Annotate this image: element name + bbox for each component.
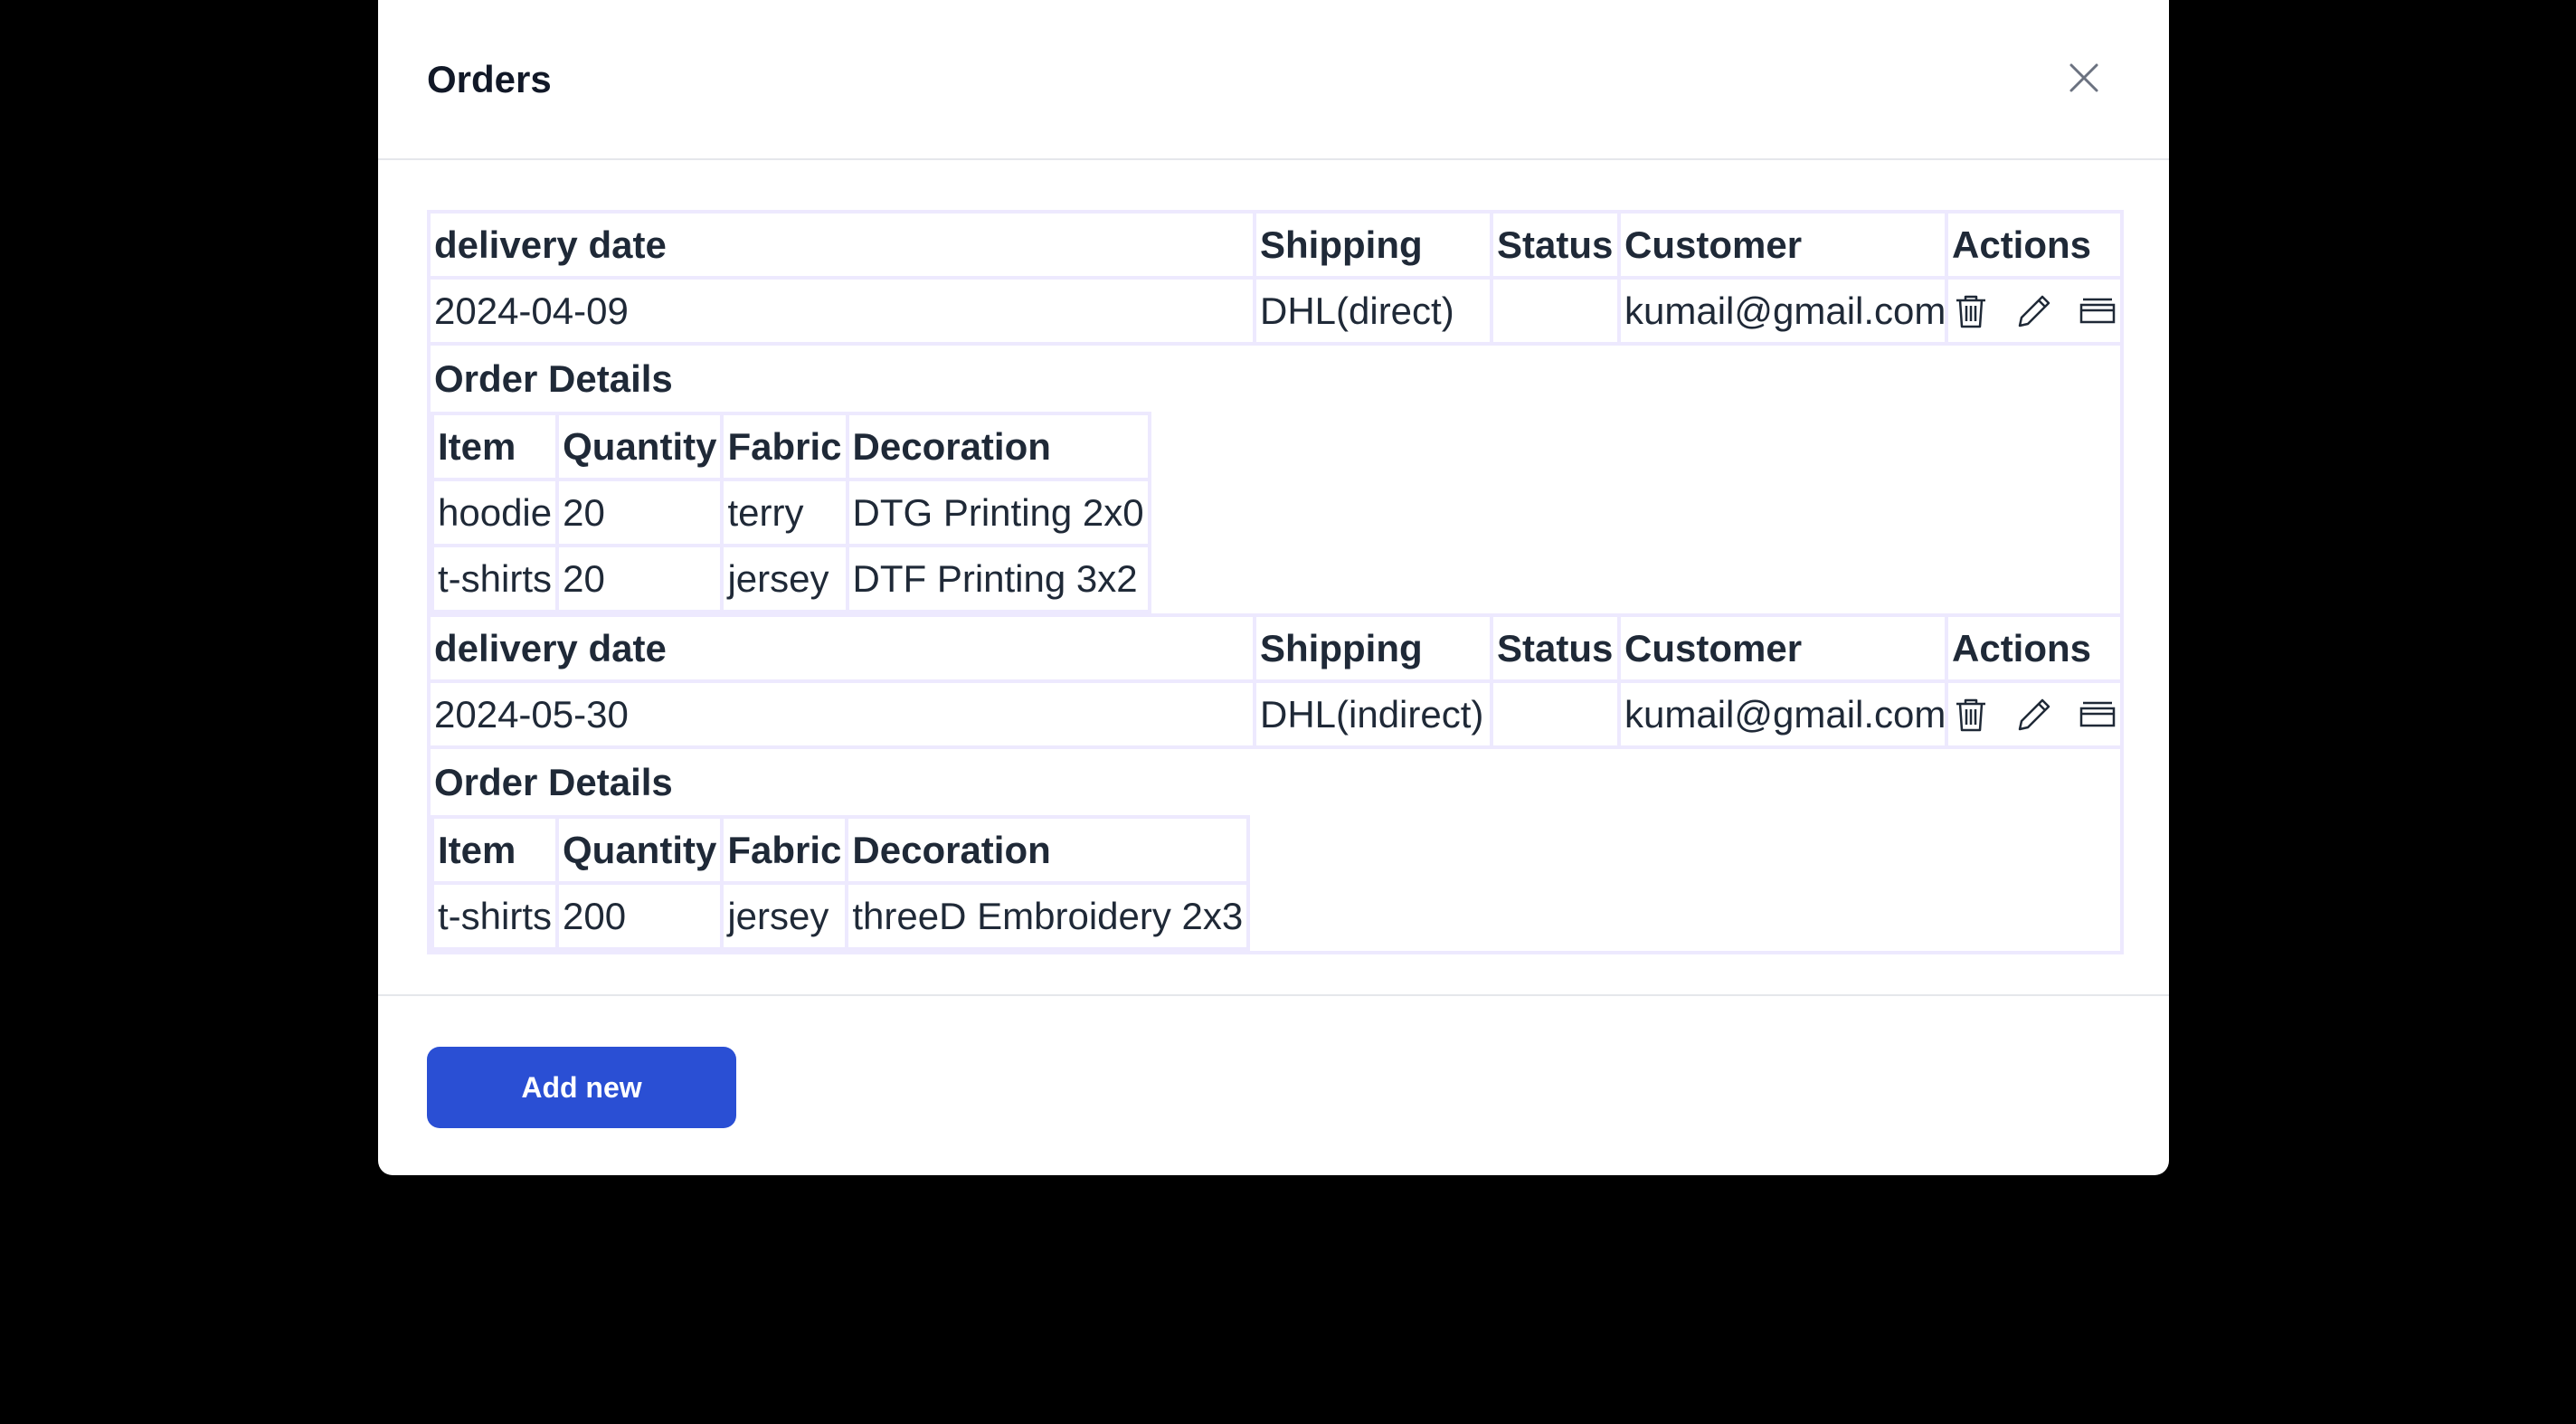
header-shipping: Shipping [1253, 210, 1493, 280]
details-header-fabric: Fabric [720, 412, 849, 481]
header-customer: Customer [1617, 613, 1948, 683]
details-item: hoodie [432, 478, 560, 547]
order-delivery-date: 2024-05-30 [427, 679, 1256, 749]
pencil-icon [2018, 295, 2050, 327]
order-details-table: Item Quantity Fabric Decoration t-shirts… [432, 815, 1251, 949]
modal-header: Orders [378, 0, 2169, 160]
orders-header-row: delivery date Shipping Status Customer A… [427, 613, 2124, 683]
order-row: 2024-05-30 DHL(indirect) kumail@gmail.co… [427, 679, 2124, 749]
details-row: t-shirts 20 jersey DTF Printing 3x2 [432, 544, 1151, 612]
trash-icon [1956, 698, 1985, 731]
details-row: t-shirts 200 jersey threeD Embroidery 2x… [432, 881, 1251, 949]
delete-button[interactable] [1952, 693, 1990, 736]
details-header-decoration: Decoration [845, 815, 1251, 885]
details-item: t-shirts [432, 544, 560, 612]
details-header-row: Item Quantity Fabric Decoration [432, 815, 1251, 885]
details-header-item: Item [432, 815, 559, 885]
close-button[interactable] [2062, 56, 2106, 100]
header-actions: Actions [1945, 613, 2124, 683]
details-row: hoodie 20 terry DTG Printing 2x0 [432, 478, 1151, 547]
order-customer: kumail@gmail.com [1617, 679, 1948, 749]
details-button[interactable] [2079, 693, 2117, 736]
details-header-item: Item [432, 412, 560, 481]
details-header-quantity: Quantity [555, 412, 724, 481]
header-shipping: Shipping [1253, 613, 1493, 683]
details-header-fabric: Fabric [720, 815, 849, 885]
order-status [1490, 679, 1621, 749]
details-item: t-shirts [432, 881, 559, 949]
order-delivery-date: 2024-04-09 [427, 276, 1256, 346]
delete-button[interactable] [1952, 290, 1990, 333]
header-status: Status [1490, 613, 1621, 683]
details-quantity: 20 [555, 478, 724, 547]
order-shipping: DHL(indirect) [1253, 679, 1493, 749]
order-status [1490, 276, 1621, 346]
header-status: Status [1490, 210, 1621, 280]
orders-header-row: delivery date Shipping Status Customer A… [427, 210, 2124, 280]
details-header-row: Item Quantity Fabric Decoration [432, 412, 1151, 481]
order-details-title: Order Details [434, 357, 673, 400]
details-decoration: DTF Printing 3x2 [845, 544, 1151, 612]
details-quantity: 200 [554, 881, 724, 949]
details-fabric: jersey [720, 544, 849, 612]
order-shipping: DHL(direct) [1253, 276, 1493, 346]
details-header-decoration: Decoration [845, 412, 1151, 481]
order-actions [1945, 276, 2124, 346]
order-actions [1945, 679, 2124, 749]
order-details-table: Item Quantity Fabric Decoration hoodie 2… [432, 412, 1151, 612]
edit-button[interactable] [2015, 693, 2053, 736]
order-customer: kumail@gmail.com [1617, 276, 1948, 346]
header-delivery-date: delivery date [427, 210, 1256, 280]
header-customer: Customer [1617, 210, 1948, 280]
trash-icon [1956, 295, 1985, 328]
orders-table: delivery date Shipping Status Customer A… [427, 210, 2124, 954]
order-row: 2024-04-09 DHL(direct) kumail@gmail.com [427, 276, 2124, 346]
modal-title: Orders [427, 58, 552, 100]
details-icon [2079, 298, 2116, 323]
modal-body: delivery date Shipping Status Customer A… [427, 210, 2124, 954]
orders-modal: Orders delivery date Shipping Status Cus… [378, 0, 2169, 1175]
order-details-title: Order Details [434, 761, 673, 803]
header-actions: Actions [1945, 210, 2124, 280]
close-icon [2069, 63, 2098, 92]
order-details-cell: Order Details Item Quantity Fabric Decor… [427, 745, 2124, 954]
details-button[interactable] [2079, 290, 2117, 333]
order-details-row: Order Details Item Quantity Fabric Decor… [427, 745, 2124, 954]
modal-footer: Add new [378, 994, 2169, 1175]
details-icon [2079, 701, 2116, 726]
order-details-cell: Order Details Item Quantity Fabric Decor… [427, 342, 2124, 617]
details-quantity: 20 [555, 544, 724, 612]
pencil-icon [2018, 698, 2050, 730]
edit-button[interactable] [2015, 290, 2053, 333]
details-decoration: DTG Printing 2x0 [845, 478, 1151, 547]
details-fabric: jersey [720, 881, 849, 949]
header-delivery-date: delivery date [427, 613, 1256, 683]
details-fabric: terry [720, 478, 849, 547]
details-header-quantity: Quantity [554, 815, 724, 885]
details-decoration: threeD Embroidery 2x3 [845, 881, 1251, 949]
add-new-button[interactable]: Add new [427, 1047, 736, 1128]
order-details-row: Order Details Item Quantity Fabric Decor… [427, 342, 2124, 617]
